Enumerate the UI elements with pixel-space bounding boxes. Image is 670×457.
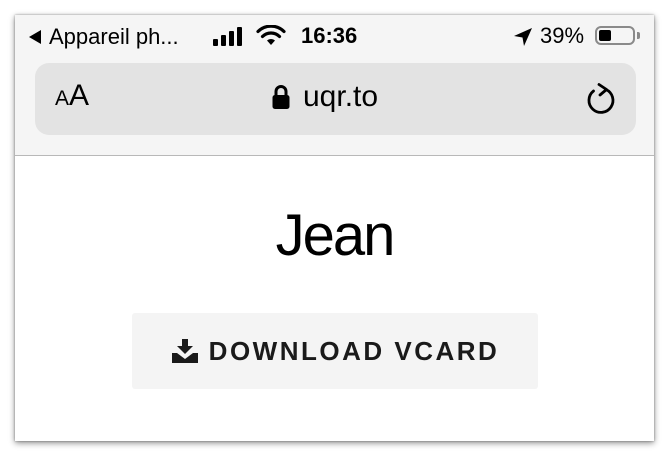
lock-icon <box>272 85 290 109</box>
signal-bar <box>213 39 218 46</box>
location-arrow-icon <box>514 28 532 46</box>
text-size-small-label: A <box>55 87 70 110</box>
battery-fill <box>599 30 611 41</box>
back-to-app-button[interactable]: Appareil ph... <box>29 24 179 50</box>
battery-icon <box>595 26 635 45</box>
contact-name: Jean <box>275 203 396 268</box>
address-bar[interactable]: AA uqr.to <box>35 63 636 135</box>
text-size-large-label: A <box>69 79 90 112</box>
wifi-icon <box>256 25 286 45</box>
page-content: Jean DOWNLOAD VCARD <box>15 156 654 441</box>
reload-icon[interactable] <box>585 83 617 117</box>
download-vcard-label: DOWNLOAD VCARD <box>208 335 500 366</box>
browser-chrome: Appareil ph... 16:36 39% AA uqr.to <box>15 15 654 156</box>
battery-cap <box>637 32 640 39</box>
back-app-label: Appareil ph... <box>49 24 179 49</box>
cellular-signal-icon <box>213 26 242 46</box>
browser-frame: Appareil ph... 16:36 39% AA uqr.to Jean … <box>15 15 654 441</box>
signal-bar <box>237 27 242 46</box>
download-vcard-button[interactable]: DOWNLOAD VCARD <box>132 313 538 389</box>
url-field[interactable]: uqr.to <box>271 80 378 114</box>
text-size-button[interactable]: AA <box>55 81 89 111</box>
download-tray-icon <box>171 339 198 363</box>
signal-bar <box>229 31 234 46</box>
status-time: 16:36 <box>301 23 358 48</box>
status-bar: Appareil ph... 16:36 39% <box>15 15 654 59</box>
battery-percent: 39% <box>540 23 585 48</box>
signal-bar <box>221 35 226 46</box>
url-text: uqr.to <box>303 80 379 113</box>
back-caret-icon <box>29 30 41 44</box>
